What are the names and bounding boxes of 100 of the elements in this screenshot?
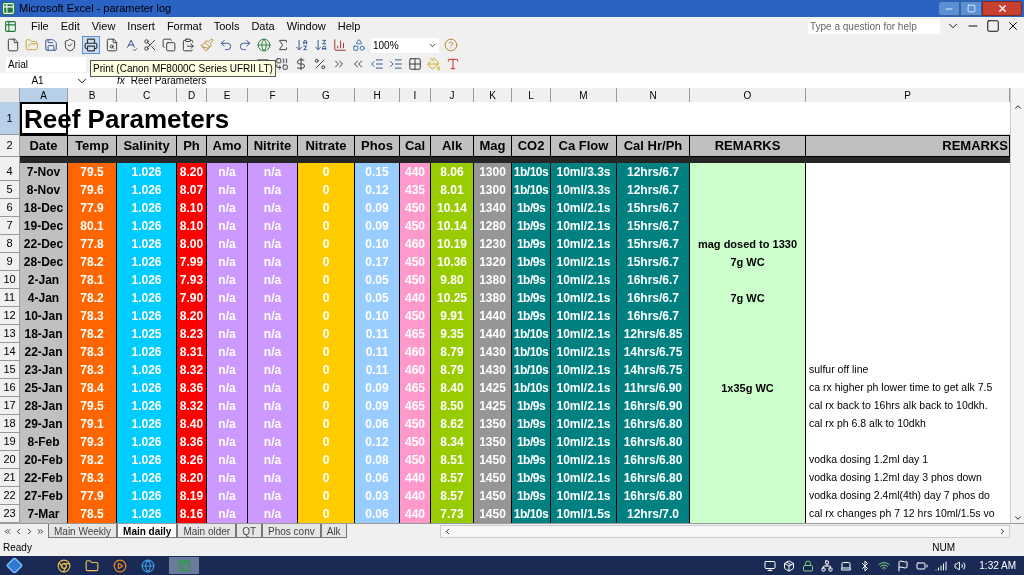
menu-item[interactable]: File: [25, 17, 55, 35]
row-header[interactable]: 11: [0, 289, 20, 307]
sheet-tab[interactable]: Phos conv: [262, 524, 321, 538]
menu-item[interactable]: View: [85, 17, 122, 35]
previous-sheet-icon[interactable]: [14, 526, 23, 536]
row-header[interactable]: 13: [0, 325, 20, 343]
vertical-scrollbar[interactable]: [1010, 88, 1024, 523]
help-search-field[interactable]: Type a question for help: [808, 18, 940, 34]
new-document-icon[interactable]: [6, 38, 20, 52]
row-header[interactable]: 1: [0, 102, 20, 135]
row-header[interactable]: 8: [0, 235, 20, 253]
media-player-icon[interactable]: [113, 558, 127, 573]
scroll-down-icon[interactable]: [1012, 513, 1023, 523]
row-header[interactable]: 16: [0, 379, 20, 397]
sheet-tab[interactable]: Main older: [177, 524, 237, 538]
redo-icon[interactable]: [238, 38, 252, 52]
menu-item[interactable]: Edit: [54, 17, 86, 35]
menu-item[interactable]: Format: [160, 17, 208, 35]
row-header[interactable]: 17: [0, 397, 20, 415]
row-header[interactable]: 23: [0, 505, 20, 523]
first-sheet-icon[interactable]: [3, 526, 12, 536]
last-sheet-icon[interactable]: [36, 526, 45, 536]
increase-decimal-icon[interactable]: [332, 57, 346, 71]
fill-color-icon[interactable]: [427, 57, 441, 71]
save-icon[interactable]: [44, 38, 58, 52]
scroll-up-icon[interactable]: [1012, 102, 1023, 112]
zoom-dropdown[interactable]: 100%: [371, 37, 439, 53]
paste-icon[interactable]: [181, 38, 195, 52]
row-header[interactable]: 12: [0, 307, 20, 325]
row-header[interactable]: 10: [0, 271, 20, 289]
sort-ascending-icon[interactable]: [295, 38, 309, 52]
menu-item[interactable]: Help: [331, 17, 367, 35]
internet-browser-icon[interactable]: [141, 558, 155, 573]
chart-icon[interactable]: [333, 38, 347, 52]
sheet-tab[interactable]: Main Weekly: [48, 524, 118, 538]
permission-icon[interactable]: [63, 38, 77, 52]
sheet-tab[interactable]: QT: [236, 524, 262, 538]
workbook-icon[interactable]: [4, 19, 17, 33]
decrease-decimal-icon[interactable]: [351, 57, 365, 71]
row-header[interactable]: 5: [0, 181, 20, 199]
network-icon[interactable]: [821, 559, 834, 572]
wifi-icon[interactable]: [878, 559, 891, 572]
undo-icon[interactable]: [219, 38, 233, 52]
row-header[interactable]: 9: [0, 253, 20, 271]
sheet-tab[interactable]: Alk: [320, 524, 347, 538]
restore-button[interactable]: [960, 1, 982, 16]
horizontal-scrollbar[interactable]: [440, 524, 1010, 538]
flag-icon[interactable]: [897, 559, 910, 572]
row-header[interactable]: 6: [0, 199, 20, 217]
row-header[interactable]: 18: [0, 415, 20, 433]
copy-icon[interactable]: [162, 38, 176, 52]
row-header[interactable]: 14: [0, 343, 20, 361]
signal-icon[interactable]: [935, 559, 948, 572]
borders-icon[interactable]: [408, 57, 422, 71]
print-button[interactable]: [82, 36, 100, 54]
sheet-tab[interactable]: Main daily: [117, 524, 178, 538]
row-header[interactable]: 21: [0, 469, 20, 487]
print-preview-icon[interactable]: [105, 38, 119, 52]
clock[interactable]: 1:32 AM: [979, 558, 1016, 573]
spelling-icon[interactable]: [124, 38, 138, 52]
restore-icon[interactable]: [986, 19, 1000, 33]
font-color-icon[interactable]: [446, 57, 460, 71]
currency-icon[interactable]: [294, 57, 308, 71]
folder-icon[interactable]: [85, 558, 99, 573]
row-header[interactable]: 7: [0, 217, 20, 235]
battery-icon[interactable]: [916, 559, 929, 572]
scroll-right-icon[interactable]: [998, 526, 1007, 536]
minimize-button[interactable]: [938, 1, 960, 16]
package-icon[interactable]: [783, 559, 796, 572]
row-header[interactable]: 22: [0, 487, 20, 505]
menu-item[interactable]: Insert: [121, 17, 161, 35]
menu-item[interactable]: Window: [280, 17, 332, 35]
percent-icon[interactable]: [313, 57, 327, 71]
increase-indent-icon[interactable]: [389, 57, 403, 71]
row-header[interactable]: 4: [0, 163, 20, 181]
row-header[interactable]: 2: [0, 135, 20, 157]
globe-icon[interactable]: [257, 38, 271, 52]
name-box[interactable]: A1: [0, 73, 75, 88]
volume-icon[interactable]: [954, 559, 967, 572]
lock-icon[interactable]: [802, 559, 815, 572]
drawing-icon[interactable]: [352, 38, 366, 52]
sort-descending-icon[interactable]: [314, 38, 328, 52]
row-header[interactable]: 19: [0, 433, 20, 451]
menu-item[interactable]: Tools: [207, 17, 246, 35]
browser-icon[interactable]: [57, 558, 71, 573]
sum-icon[interactable]: [276, 38, 290, 52]
row-header[interactable]: 20: [0, 451, 20, 469]
row-header[interactable]: 15: [0, 361, 20, 379]
next-sheet-icon[interactable]: [25, 526, 34, 536]
close-button[interactable]: [982, 1, 1022, 16]
cut-icon[interactable]: [143, 38, 157, 52]
merge-cells-icon[interactable]: [275, 57, 289, 71]
font-dropdown[interactable]: Arial: [6, 56, 86, 72]
monitor-icon[interactable]: [764, 559, 777, 572]
laptop-icon[interactable]: [840, 559, 853, 572]
menu-item[interactable]: Data: [245, 17, 281, 35]
close-icon[interactable]: [1006, 19, 1020, 33]
scroll-left-icon[interactable]: [443, 526, 452, 536]
start-button-icon[interactable]: [6, 557, 23, 574]
decrease-indent-icon[interactable]: [370, 57, 384, 71]
